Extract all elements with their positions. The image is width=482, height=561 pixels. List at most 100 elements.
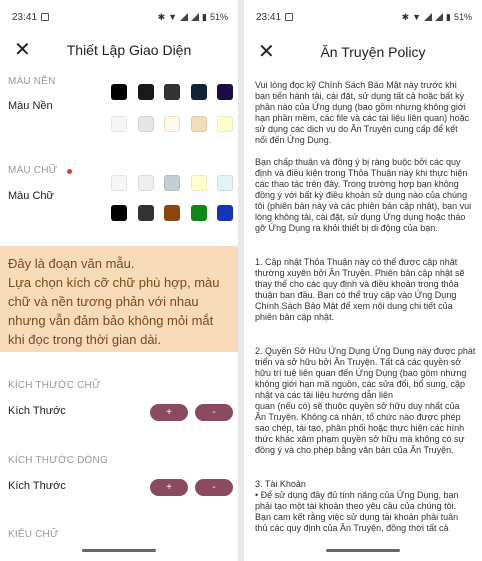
text-color-swatch[interactable] — [217, 205, 233, 221]
policy-line: nối đến Ứng Dụng. — [255, 135, 332, 145]
policy-line: Ăn Truyện. Không cá nhân, tổ chức nào đư… — [255, 412, 461, 422]
font-size-decrease-button[interactable]: - — [195, 404, 233, 421]
battery-percent: 51% — [453, 12, 472, 22]
text-color-label: Màu Chữ — [8, 190, 54, 202]
bg-color-swatch[interactable] — [191, 116, 207, 132]
font-size-label: Kích Thước — [8, 405, 66, 417]
policy-line: phiên bản cập nhật. — [255, 312, 335, 322]
font-size-increase-button[interactable]: + — [150, 404, 188, 421]
status-time: 23:41 — [12, 11, 38, 23]
policy-line: hữu trí tuệ liên quan đến Ứng Dụng (bao … — [255, 368, 467, 378]
policy-line: tôi (phiên bản này và các phiên bản cập … — [255, 201, 472, 211]
wifi-icon: ▼ — [412, 12, 422, 22]
text-color-swatch[interactable] — [138, 205, 154, 221]
policy-line: 2. Quyền Sở Hữu Ứng Dụng Ứng Dụng này đư… — [255, 346, 476, 356]
font-size-section-label: KÍCH THƯỚC CHỮ — [8, 380, 101, 391]
policy-line: lòng không tải, cài đặt, sử dụng Ứng dụn… — [255, 212, 466, 222]
bg-color-swatch[interactable] — [138, 116, 154, 132]
signal-icon-2 — [191, 13, 200, 21]
policy-line: gỡ Ứng Dụng ra khỏi thiết bị di động của… — [255, 223, 438, 233]
text-color-section-label: MÀU CHỮ — [8, 165, 58, 176]
policy-line: phải tạo một tài khoản theo yêu cầu của … — [255, 501, 457, 511]
policy-content: Vui lòng đọc kỹ Chính Sách Bảo Mật này t… — [255, 80, 477, 545]
text-color-swatch[interactable] — [138, 175, 154, 191]
policy-screen: 23:41 ✱ ▼ ▮ 51% ✕ Ăn Truyện Policy Vui l… — [244, 0, 482, 561]
policy-line: quan (nếu có) sẽ thuộc quyền sở hữu duy … — [255, 401, 460, 411]
bg-color-swatch[interactable] — [138, 84, 154, 100]
status-icons: ✱ ▼ ▮ 51% — [402, 12, 472, 23]
policy-line: sử dụng các dịch vụ do Ăn Truyện cung cấ… — [255, 124, 458, 134]
home-indicator[interactable] — [82, 549, 156, 552]
policy-section-update: 1. Cập nhật Thỏa Thuận này có thể được c… — [255, 257, 477, 323]
policy-section-account: 3. Tài Khoản • Để sử dụng đầy đủ tính nă… — [255, 479, 477, 534]
notification-dot — [67, 169, 72, 174]
text-color-swatch[interactable] — [191, 175, 207, 191]
policy-line: đồng ý với bất kỳ điều khoản sử dụng nào… — [255, 190, 468, 200]
close-icon[interactable]: ✕ — [258, 42, 275, 62]
text-color-swatch[interactable] — [164, 175, 180, 191]
policy-line: • Để sử dụng đầy đủ tính năng của Ứng Dụ… — [255, 490, 459, 500]
bg-color-swatch[interactable] — [111, 116, 127, 132]
bg-color-swatch[interactable] — [191, 84, 207, 100]
policy-line: thức khác xâm phạm quyền sở hữu mà không… — [255, 434, 465, 444]
policy-line: bạn tiến hành tải, cài đặt, sử dụng tất … — [255, 91, 465, 101]
policy-line: thủ các quy định của Ăn Truyện, đồng thờ… — [255, 523, 449, 533]
text-color-swatch[interactable] — [164, 205, 180, 221]
bg-color-swatch[interactable] — [111, 84, 127, 100]
policy-line: Vui lòng đọc kỹ Chính Sách Bảo Mật này t… — [255, 80, 457, 90]
policy-section-ownership: 2. Quyền Sở Hữu Ứng Dụng Ứng Dụng này đư… — [255, 346, 477, 456]
policy-line: Bạn chấp thuận và đồng ý bị ràng buộc bở… — [255, 157, 461, 167]
text-color-swatch[interactable] — [217, 175, 233, 191]
text-color-swatch[interactable] — [111, 205, 127, 221]
policy-line: nhật và các tài liệu hướng dẫn liên — [255, 390, 394, 400]
bluetooth-icon: ✱ — [157, 11, 166, 22]
policy-line: triển và sở hữu bởi Ăn Truyện. Tất cả cá… — [255, 357, 462, 367]
home-indicator[interactable] — [326, 549, 400, 552]
app-bar: ✕ Thiết Lập Giao Diện — [0, 34, 238, 66]
bg-color-label: Màu Nền — [8, 100, 53, 112]
sample-text-preview: Đây là đoạn văn mẫu. Lựa chọn kích cỡ ch… — [0, 246, 238, 352]
signal-icon-2 — [435, 13, 444, 21]
battery-icon: ▮ — [446, 11, 451, 22]
status-icons: ✱ ▼ ▮ 51% — [158, 12, 228, 23]
policy-line: Chính Sách Bảo Mật để xem nội dung chi t… — [255, 301, 453, 311]
sample-line: Đây là đoạn văn mẫu. — [8, 256, 135, 271]
policy-paragraph-consent: Bạn chấp thuận và đồng ý bị ràng buộc bở… — [255, 157, 477, 234]
policy-paragraph-intro: Vui lòng đọc kỹ Chính Sách Bảo Mật này t… — [255, 80, 477, 146]
text-color-swatch[interactable] — [191, 205, 207, 221]
line-size-section-label: KÍCH THƯỚC DÒNG — [8, 455, 108, 466]
policy-line: định và điều kiện trong Thỏa Thuận này k… — [255, 168, 468, 178]
line-size-increase-button[interactable]: + — [150, 479, 188, 496]
status-bar: 23:41 ✱ ▼ ▮ 51% — [244, 0, 482, 34]
bg-color-swatch[interactable] — [164, 116, 180, 132]
sim-icon — [41, 13, 50, 21]
page-title: Ăn Truyện Policy — [320, 44, 426, 60]
close-icon[interactable]: ✕ — [14, 40, 31, 60]
policy-line: các thao tác trên đây. Trong trường hợp … — [255, 179, 459, 189]
app-bar: ✕ Ăn Truyện Policy — [244, 36, 482, 68]
battery-percent: 51% — [209, 12, 228, 22]
sample-line: chữ và nền tương phản với nhau — [8, 294, 199, 309]
policy-line: phần nào của Ứng dụng (bao gồm nhưng khô… — [255, 102, 466, 112]
bg-color-swatch[interactable] — [217, 84, 233, 100]
policy-line: sao chép, tái tạo, phân phối hoặc thực h… — [255, 423, 465, 433]
policy-line: 1. Cập nhật Thỏa Thuận này có thể được c… — [255, 257, 458, 267]
signal-icon — [180, 13, 189, 21]
text-color-swatch[interactable] — [111, 175, 127, 191]
policy-line: thường xuyên bởi Ăn Truyện. Phiên bản cậ… — [255, 268, 465, 278]
policy-line: thuận ban đầu. Bạn có thể truy cập vào Ứ… — [255, 290, 457, 300]
line-size-decrease-button[interactable]: - — [195, 479, 233, 496]
sample-line: Lựa chọn kích cỡ chữ phù hợp, màu — [8, 275, 220, 290]
bg-color-swatch[interactable] — [164, 84, 180, 100]
sample-line: nhưng vẫn đảm bảo không mỏi mắt — [8, 313, 214, 328]
policy-line: 3. Tài Khoản — [255, 479, 306, 489]
bg-color-swatch[interactable] — [217, 116, 233, 132]
bg-color-section-label: MÀU NỀN — [8, 76, 56, 87]
battery-icon: ▮ — [202, 11, 207, 22]
policy-line: Bạn cam kết rằng việc sử dụng tài khoản … — [255, 512, 459, 522]
wifi-icon: ▼ — [168, 12, 178, 22]
page-title: Thiết Lập Giao Diện — [66, 42, 192, 58]
signal-icon — [424, 13, 433, 21]
sample-line: khi đọc trong thời gian dài. — [8, 332, 162, 347]
appearance-settings-screen: 23:41 ✱ ▼ ▮ 51% ✕ Thiết Lập Giao Diện MÀ… — [0, 0, 238, 561]
